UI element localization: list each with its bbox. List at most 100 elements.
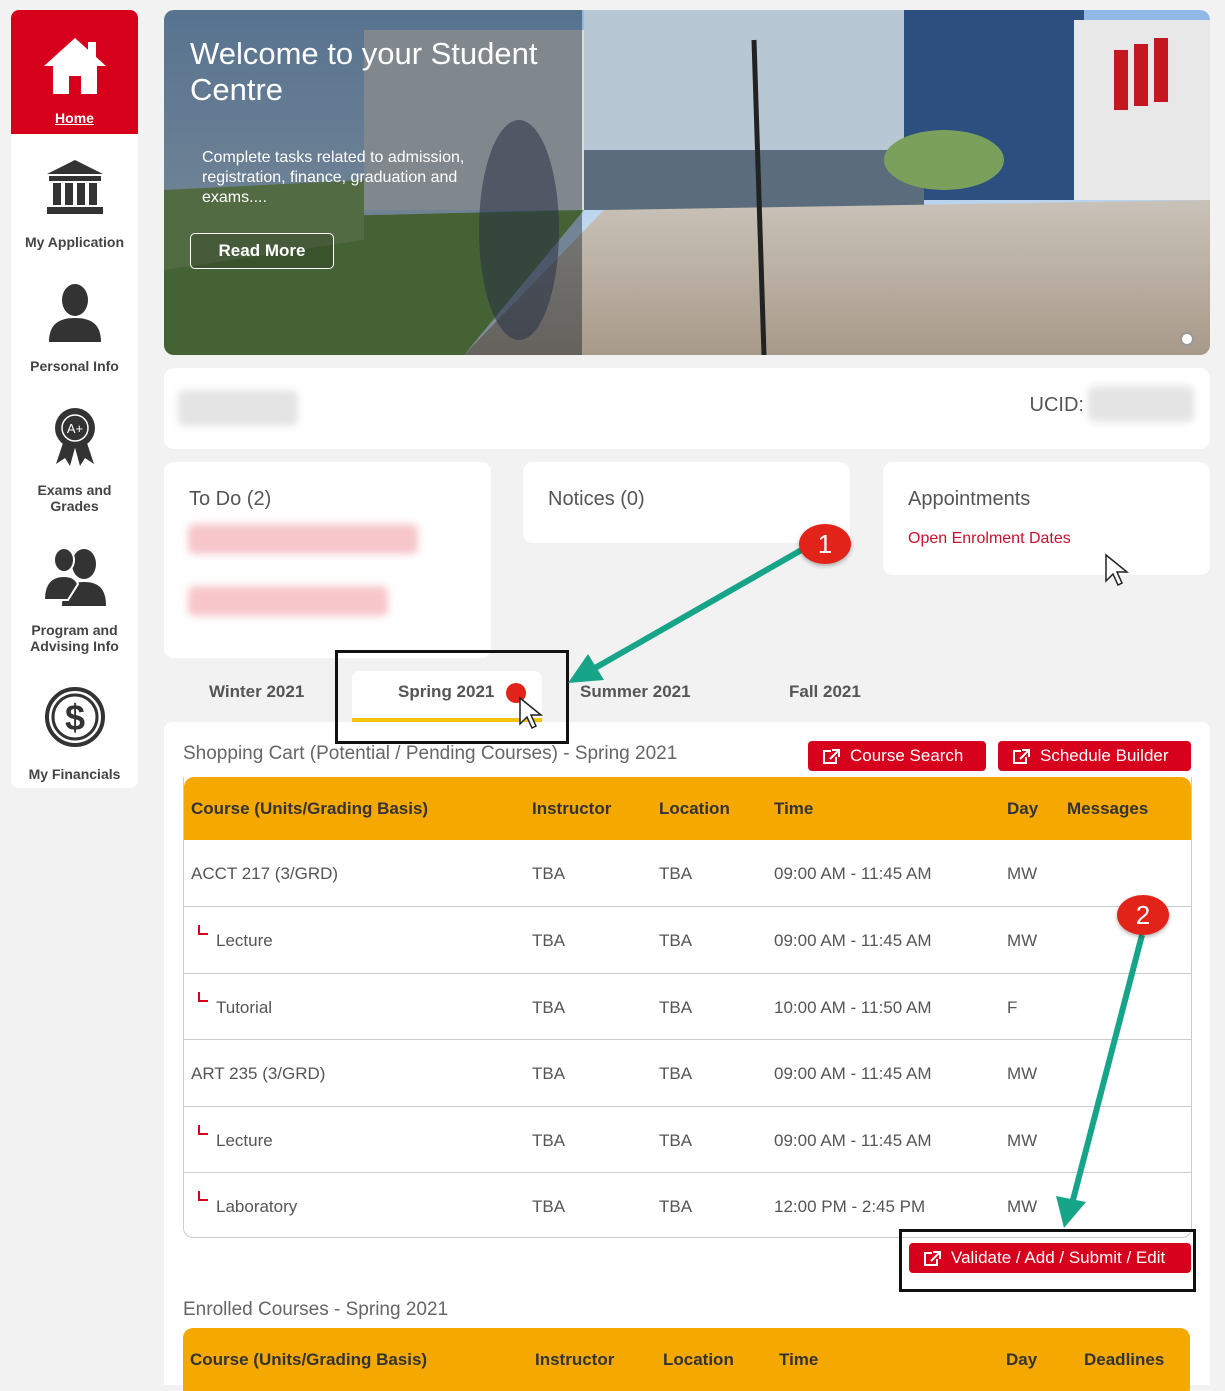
sidebar-item-label: Program and Advising Info: [30, 622, 119, 654]
time-cell: 12:00 PM - 2:45 PM: [774, 1197, 926, 1216]
external-link-icon: [823, 748, 840, 764]
todo-title: To Do (2): [189, 488, 272, 510]
course-cell: Laboratory: [216, 1197, 298, 1216]
sub-item-marker: [198, 1125, 208, 1135]
student-info-bar: UCID:: [164, 368, 1210, 449]
course-cell: ART 235 (3/GRD): [191, 1064, 326, 1083]
sidebar-item-label: Home: [55, 110, 94, 126]
location-cell: TBA: [659, 1197, 693, 1216]
sidebar-item-label: Exams and Grades: [37, 482, 112, 514]
column-header: Day: [1007, 799, 1039, 818]
day-cell: MW: [1007, 931, 1038, 950]
column-header: Instructor: [532, 799, 612, 818]
column-header: Location: [663, 1350, 734, 1369]
shopping-cart-table: Course (Units/Grading Basis) Instructor …: [183, 777, 1192, 1238]
sidebar-item-personal-info[interactable]: Personal Info: [11, 282, 138, 374]
dollar-circle-icon: $: [44, 687, 105, 747]
time-cell: 09:00 AM - 11:45 AM: [774, 864, 932, 883]
column-header: Time: [779, 1350, 819, 1369]
tab-winter-2021[interactable]: Winter 2021: [209, 682, 304, 702]
read-more-button[interactable]: Read More: [190, 233, 334, 269]
day-cell: MW: [1007, 1064, 1038, 1083]
time-cell: 09:00 AM - 11:45 AM: [774, 931, 932, 950]
column-header: Deadlines: [1084, 1350, 1165, 1369]
location-cell: TBA: [659, 864, 693, 883]
student-name-redacted: [178, 390, 298, 426]
hero-text: Complete tasks related to admission, reg…: [202, 149, 465, 206]
annotation-arrow-1: [593, 545, 807, 671]
home-icon: [43, 38, 106, 94]
column-header: Day: [1006, 1350, 1038, 1369]
notices-title: Notices (0): [548, 488, 645, 510]
time-cell: 10:00 AM - 11:50 AM: [774, 998, 932, 1017]
table-row: Lecture TBA TBA 09:00 AM - 11:45 AM MW: [184, 906, 1191, 973]
sidebar-item-exams-and-grades[interactable]: A+ Exams and Grades: [11, 406, 138, 514]
sub-item-marker: [198, 992, 208, 1002]
award-ribbon-icon: A+: [54, 408, 95, 466]
course-cell: Lecture: [216, 931, 273, 950]
location-cell: TBA: [659, 1064, 693, 1083]
appointments-card: Appointments Open Enrolment Dates: [883, 462, 1210, 575]
hero-banner: Welcome to your Student Centre Complete …: [164, 10, 1210, 355]
shopping-cart-title: Shopping Cart (Potential / Pending Cours…: [183, 743, 678, 764]
annotation-badge-2: 2: [1117, 895, 1169, 935]
todo-item-redacted: [188, 524, 418, 554]
table-header: Course (Units/Grading Basis) Instructor …: [184, 777, 1191, 840]
todo-item-redacted: [188, 586, 388, 616]
day-cell: MW: [1007, 864, 1038, 883]
schedule-builder-label: Schedule Builder: [1040, 746, 1169, 765]
column-header: Location: [659, 799, 730, 818]
tab-fall-2021[interactable]: Fall 2021: [789, 682, 861, 702]
course-cell: ACCT 217 (3/GRD): [191, 864, 339, 883]
notices-card[interactable]: Notices (0): [523, 462, 850, 543]
day-cell: MW: [1007, 1131, 1038, 1150]
day-cell: F: [1007, 998, 1018, 1017]
course-search-label: Course Search: [850, 746, 964, 765]
instructor-cell: TBA: [532, 931, 566, 950]
course-cell: Tutorial: [216, 998, 273, 1017]
annotation-badge-1: 1: [799, 524, 851, 564]
arrow-head-icon: [568, 654, 604, 683]
schedule-builder-button[interactable]: Schedule Builder: [998, 741, 1191, 771]
instructor-cell: TBA: [532, 1131, 566, 1150]
enrolled-table-header: Course (Units/Grading Basis) Instructor …: [183, 1328, 1190, 1391]
open-enrolment-dates-link[interactable]: Open Enrolment Dates: [908, 530, 1071, 548]
sidebar-item-label: My Financials: [28, 766, 121, 782]
sidebar-item-my-financials[interactable]: $ My Financials: [11, 686, 138, 782]
carousel-dot[interactable]: [1180, 332, 1194, 346]
time-cell: 09:00 AM - 11:45 AM: [774, 1064, 932, 1083]
column-header: Course (Units/Grading Basis): [190, 1350, 428, 1369]
location-cell: TBA: [659, 1131, 693, 1150]
sub-item-marker: [198, 925, 208, 935]
ucid-label: UCID:: [1029, 394, 1084, 416]
sidebar-item-label: Personal Info: [30, 358, 119, 374]
advisor-icon: [42, 547, 106, 606]
course-search-button[interactable]: Course Search: [808, 741, 986, 771]
column-header: Messages: [1067, 799, 1149, 818]
day-cell: MW: [1007, 1197, 1038, 1216]
column-header: Instructor: [535, 1350, 615, 1369]
tab-summer-2021[interactable]: Summer 2021: [580, 682, 691, 702]
sidebar-item-my-application[interactable]: My Application: [11, 158, 138, 250]
todo-card[interactable]: To Do (2): [164, 462, 491, 658]
instructor-cell: TBA: [532, 864, 566, 883]
column-header: Time: [774, 799, 814, 818]
sidebar-item-label: My Application: [24, 234, 125, 250]
sidebar-item-home[interactable]: Home: [11, 10, 138, 134]
external-link-icon: [1013, 748, 1030, 764]
instructor-cell: TBA: [532, 998, 566, 1017]
appointments-title: Appointments: [908, 488, 1031, 510]
sidebar-item-program-and-advising[interactable]: Program and Advising Info: [11, 544, 138, 654]
sidebar: Home My Application Personal Info A+ Exa: [11, 10, 138, 788]
location-cell: TBA: [659, 931, 693, 950]
course-cell: Lecture: [216, 1131, 273, 1150]
table-row: ART 235 (3/GRD) TBA TBA 09:00 AM - 11:45…: [184, 1039, 1191, 1106]
annotation-box-spring-tab: [335, 650, 569, 744]
table-row: Lecture TBA TBA 09:00 AM - 11:45 AM MW: [184, 1106, 1191, 1173]
enrolled-courses-title: Enrolled Courses - Spring 2021: [183, 1299, 449, 1320]
location-cell: TBA: [659, 998, 693, 1017]
table-row: ACCT 217 (3/GRD) TBA TBA 09:00 AM - 11:4…: [184, 840, 1191, 906]
annotation-box-validate-button: [899, 1229, 1196, 1292]
instructor-cell: TBA: [532, 1064, 566, 1083]
instructor-cell: TBA: [532, 1197, 566, 1216]
